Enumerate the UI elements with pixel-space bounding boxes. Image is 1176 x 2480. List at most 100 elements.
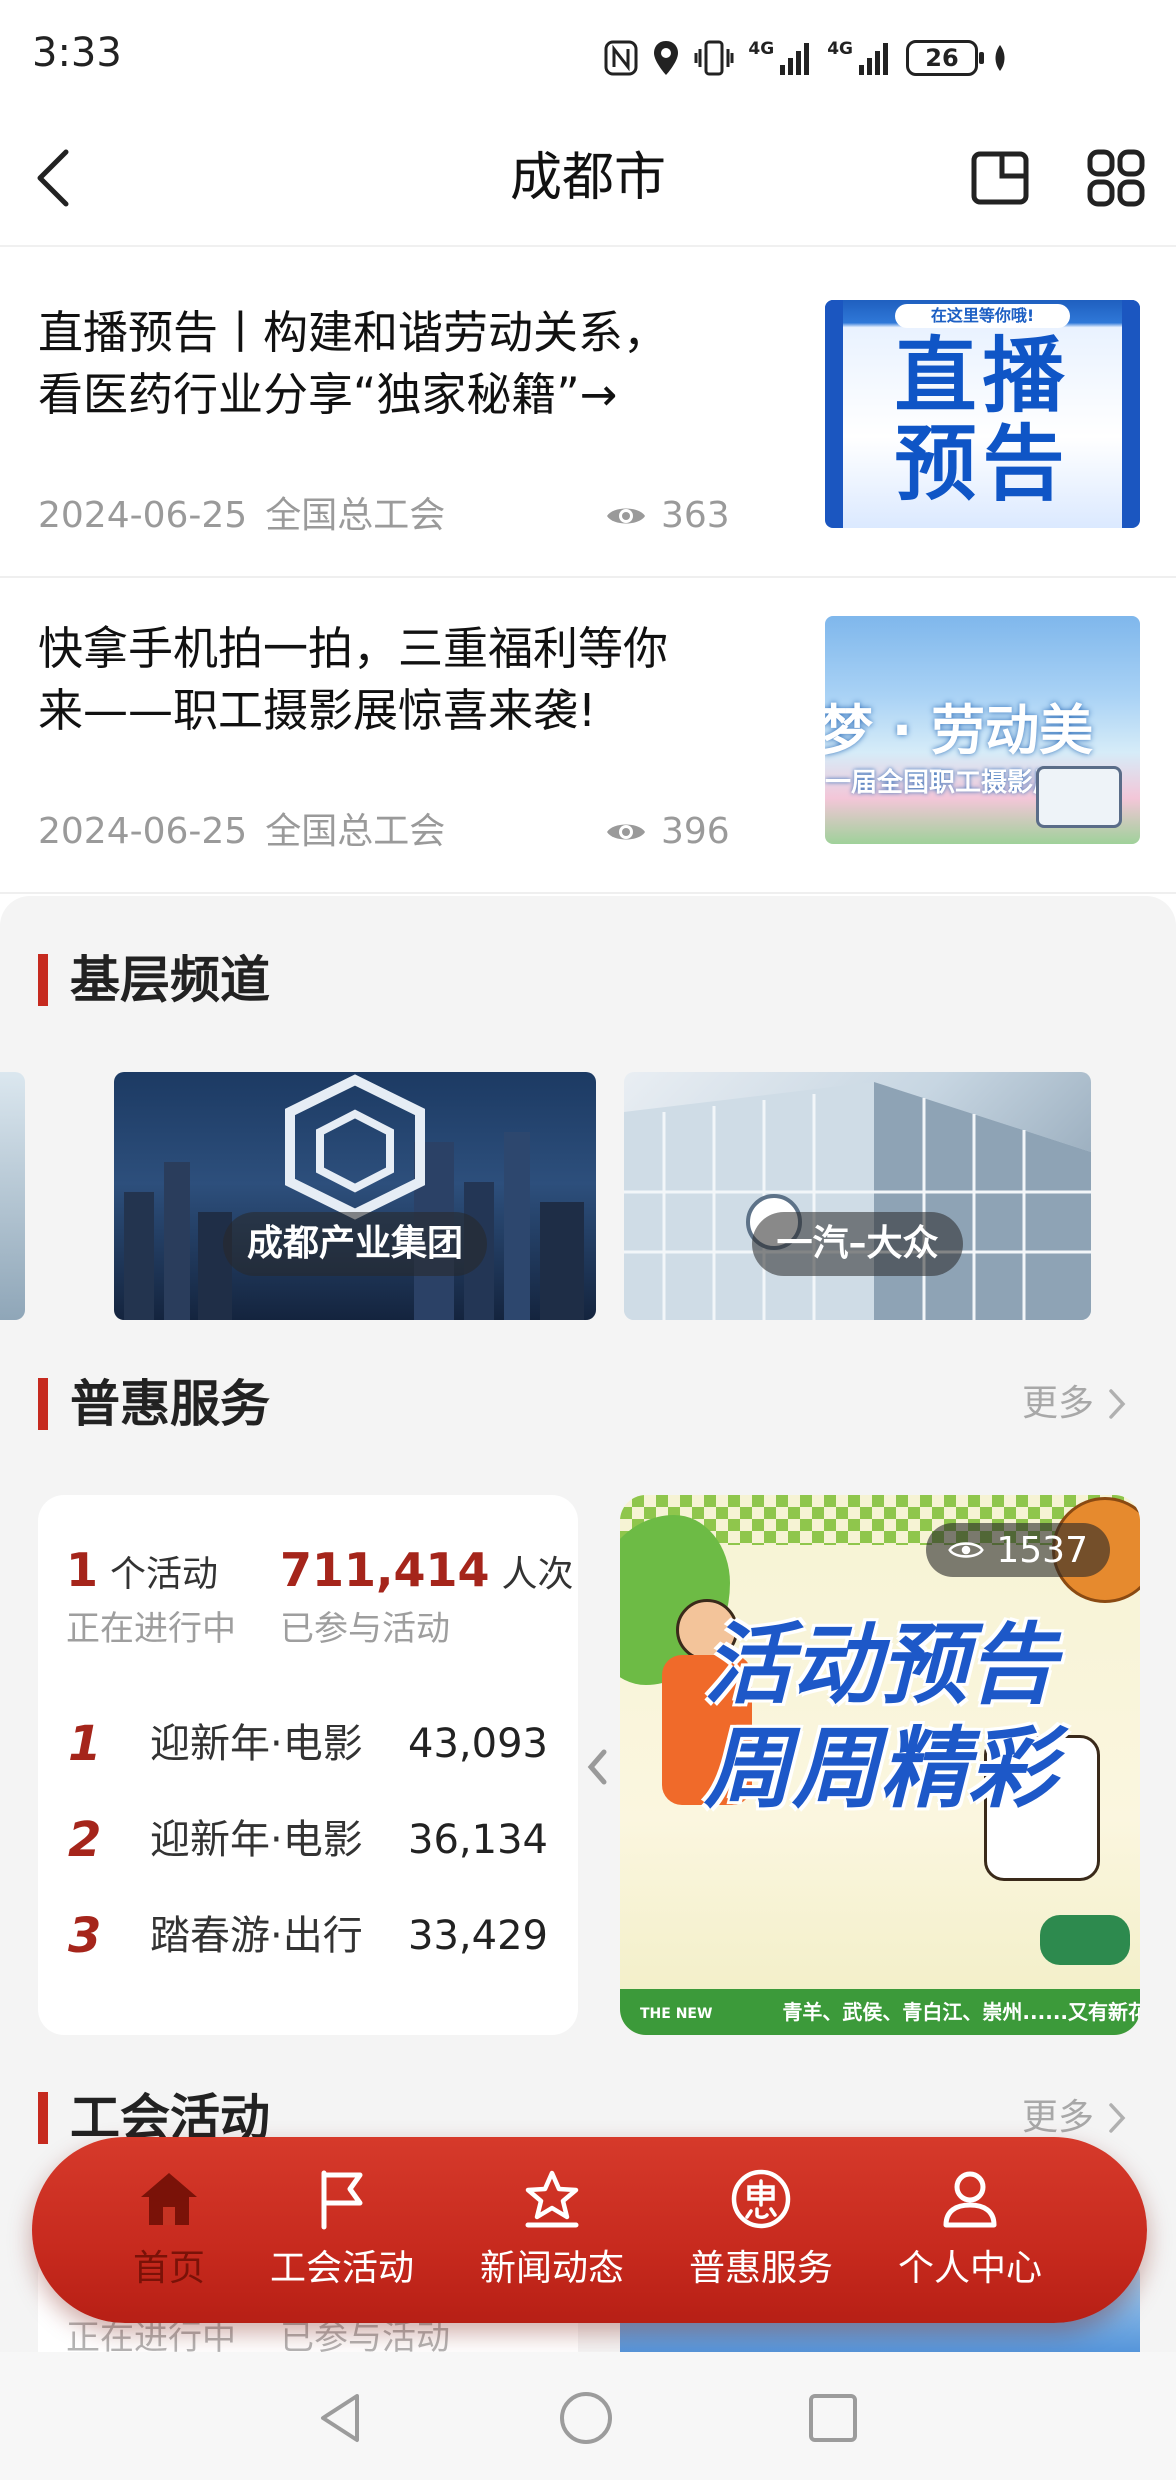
benefits-more-link[interactable]: 更多 (1022, 1379, 1126, 1429)
participants-count: 711,414 人次 (280, 1543, 574, 1597)
active-count-value: 1 (66, 1543, 99, 1597)
channel-name: 成都产业集团 (222, 1212, 487, 1276)
signal-1: 4G (748, 41, 813, 75)
thumb-headline: 直播 (894, 329, 1071, 424)
activity-banner[interactable]: 活动预告 周周精彩 1537 THE NEW 青羊、武侯、青白江、崇州......… (620, 1495, 1140, 2035)
channel-card-partial[interactable] (0, 1072, 25, 1320)
banner-views: 1537 (926, 1523, 1110, 1577)
news-source: 全国总工会 (265, 811, 446, 852)
section-title: 基层频道 (70, 951, 270, 1009)
nav-label: 普惠服务 (688, 2248, 833, 2289)
news-title[interactable]: 快拿手机拍一拍，三重福利等你 来——职工摄影展惊喜来袭! (38, 618, 798, 742)
section-accent-bar (38, 1378, 48, 1430)
participants-label: 已参与活动 (280, 1609, 450, 1649)
active-count-unit: 个活动 (110, 1554, 219, 1595)
activities-more-link[interactable]: 更多 (1022, 2093, 1126, 2143)
hui-coupon-icon (731, 2169, 791, 2229)
thumb-tag: 在这里等你哦! (895, 304, 1070, 328)
news-title-line: 来——职工摄影展惊喜来袭! (38, 684, 597, 737)
section-accent-bar (38, 954, 48, 1006)
shoe-illustration (1040, 1915, 1130, 1965)
news-date: 2024-06-25 (38, 811, 248, 852)
news-source: 全国总工会 (265, 495, 446, 536)
nav-profile[interactable]: 个人中心 (865, 2137, 1075, 2323)
location-icon (654, 41, 679, 75)
bottom-navigation: 首页 工会活动 新闻动态 普惠服务 个人中心 (32, 2137, 1147, 2323)
status-bar: 3:33 4G 4G 26 (0, 0, 1176, 110)
news-title-line: 快拿手机拍一拍，三重福利等你 (38, 622, 669, 675)
participants-unit: 人次 (501, 1554, 574, 1595)
channel-card[interactable]: 一汽–大众 (624, 1072, 1091, 1320)
app-header: 成都市 (0, 110, 1176, 247)
section-accent-bar (38, 2092, 48, 2144)
status-icons: 4G 4G 26 (604, 36, 1008, 80)
channel-label: 成都产业集团 (114, 1212, 596, 1276)
news-item[interactable]: 快拿手机拍一拍，三重福利等你 来——职工摄影展惊喜来袭! 2024-06-25 全… (0, 578, 1176, 894)
mini-window-icon[interactable] (968, 146, 1032, 210)
active-count: 1 个活动 (66, 1543, 218, 1597)
rank-value: 33,429 (408, 1913, 548, 1959)
nav-news[interactable]: 新闻动态 (447, 2137, 657, 2323)
news-title[interactable]: 直播预告丨构建和谐劳动关系， 看医药行业分享“独家秘籍”→ (38, 302, 798, 426)
system-back-icon[interactable] (311, 2388, 371, 2448)
banner-views-count: 1537 (996, 1529, 1088, 1571)
thumb-subtitle: 一届全国职工摄影展 (825, 768, 1060, 798)
news-meta: 2024-06-25 全国总工会 (38, 494, 445, 538)
system-recents-icon[interactable] (803, 2388, 863, 2448)
battery-icon: 26 (906, 40, 984, 76)
system-navigation-bar (0, 2352, 1176, 2480)
nav-benefits[interactable]: 普惠服务 (656, 2137, 866, 2323)
more-label: 更多 (1021, 1383, 1094, 1424)
carousel-prev-icon[interactable] (586, 1748, 608, 1786)
nav-union-activities[interactable]: 工会活动 (237, 2137, 447, 2323)
nav-label: 工会活动 (269, 2248, 414, 2289)
channel-name: 一汽–大众 (752, 1212, 963, 1276)
banner-headline: 活动预告 (703, 1613, 1056, 1716)
banner-footer: THE NEW 青羊、武侯、青白江、崇州......又有新花样 (620, 1989, 1140, 2035)
network-type-2: 4G (827, 39, 853, 59)
signal-icon (859, 43, 888, 75)
grid-apps-icon[interactable] (1084, 146, 1148, 210)
views-count: 363 (661, 495, 730, 536)
person-icon (943, 2171, 997, 2228)
news-views: 396 (605, 810, 730, 854)
thumb-headline: 预告 (894, 417, 1071, 512)
charging-leaf-icon (995, 45, 1005, 71)
section-header-channels: 基层频道 (38, 950, 270, 1010)
nfc-icon (604, 40, 638, 76)
participants-value: 711,414 (280, 1543, 490, 1597)
battery-level: 26 (925, 44, 959, 72)
benefits-stats-card[interactable]: 1 个活动 正在进行中 711,414 人次 已参与活动 1 迎新年·电影 43… (38, 1495, 578, 2035)
ranking-row[interactable]: 1 迎新年·电影 43,093 (68, 1713, 548, 1775)
channel-card[interactable]: 成都产业集团 (114, 1072, 596, 1320)
eye-icon (607, 824, 645, 840)
banner-badge: THE NEW (640, 2005, 713, 2022)
home-icon (141, 2173, 197, 2225)
news-item[interactable]: 直播预告丨构建和谐劳动关系， 看医药行业分享“独家秘籍”→ 2024-06-25… (0, 262, 1176, 578)
chevron-right-icon (1109, 1389, 1126, 1419)
thumb-headline: 梦 · 劳动美 (825, 699, 1094, 762)
news-meta: 2024-06-25 全国总工会 (38, 810, 445, 854)
section-header-benefits: 普惠服务 (38, 1374, 270, 1434)
status-time: 3:33 (32, 30, 122, 76)
rank-name: 踏春游·出行 (150, 1913, 363, 1959)
train-illustration (1036, 766, 1122, 828)
eye-icon (607, 508, 645, 524)
more-label: 更多 (1021, 2097, 1094, 2138)
building-image (624, 1082, 1091, 1320)
rank-name: 迎新年·电影 (150, 1817, 363, 1863)
ranking-row[interactable]: 3 踏春游·出行 33,429 (68, 1905, 548, 1967)
news-thumbnail[interactable]: 梦 · 劳动美 一届全国职工摄影展 (825, 616, 1140, 844)
banner-headline: 周周精彩 (703, 1717, 1056, 1820)
rank-value: 43,093 (408, 1721, 548, 1767)
news-thumbnail[interactable]: 在这里等你哦! 直播 预告 (825, 300, 1140, 528)
signal-2: 4G (827, 41, 892, 75)
system-home-icon[interactable] (556, 2388, 616, 2448)
ranking-row[interactable]: 2 迎新年·电影 36,134 (68, 1809, 548, 1871)
news-title-line: 看医药行业分享“独家秘籍”→ (38, 368, 618, 421)
rank-number: 1 (68, 1716, 102, 1772)
nav-label: 新闻动态 (479, 2248, 624, 2289)
active-count-label: 正在进行中 (66, 1609, 236, 1649)
news-views: 363 (605, 494, 730, 538)
network-type-1: 4G (748, 39, 775, 59)
